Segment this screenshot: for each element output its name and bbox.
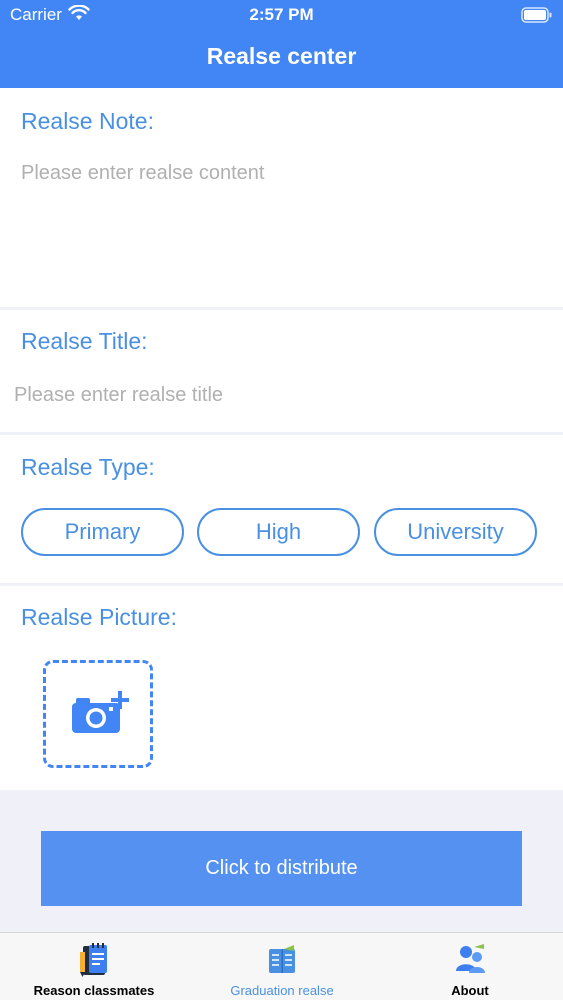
type-section: Realse Type: Primary High University	[0, 435, 563, 583]
note-label: Realse Note:	[21, 108, 154, 134]
page-title: Realse center	[206, 43, 357, 69]
tab-graduation-realse[interactable]: Graduation realse	[188, 933, 376, 1000]
title-section: Realse Title: Please enter realse title	[0, 310, 563, 432]
type-label: Realse Type:	[21, 454, 155, 480]
type-high-button[interactable]: High	[197, 508, 360, 556]
tab-label: Graduation realse	[230, 983, 334, 998]
notebook-icon	[79, 943, 111, 982]
clock: 2:57 PM	[249, 5, 314, 24]
tab-label: Reason classmates	[33, 983, 155, 998]
tab-about[interactable]: About	[376, 933, 563, 1000]
tab-bar: Reason classmates Graduation realse Abou…	[0, 932, 563, 1000]
type-university-button[interactable]: University	[374, 508, 537, 556]
tab-reason-classmates[interactable]: Reason classmates	[0, 933, 188, 1000]
status-bar: Carrier 2:57 PM	[0, 0, 563, 30]
users-icon	[455, 943, 487, 980]
picture-section: Realse Picture:	[0, 586, 563, 790]
camera-add-icon	[70, 689, 130, 744]
type-primary-button[interactable]: Primary	[21, 508, 184, 556]
title-label: Realse Title:	[21, 328, 148, 354]
note-section: Realse Note: Please enter realse content	[0, 88, 563, 307]
upload-picture-button[interactable]	[43, 660, 153, 768]
note-content-input[interactable]: Please enter realse content	[21, 162, 265, 185]
title-input[interactable]: Please enter realse title	[14, 384, 223, 407]
distribute-button[interactable]: Click to distribute	[41, 831, 522, 906]
header: Carrier 2:57 PM Realse center	[0, 0, 563, 88]
picture-label: Realse Picture:	[21, 604, 177, 630]
tab-label: About	[451, 983, 489, 998]
battery-icon	[521, 7, 553, 28]
book-icon	[267, 943, 297, 980]
